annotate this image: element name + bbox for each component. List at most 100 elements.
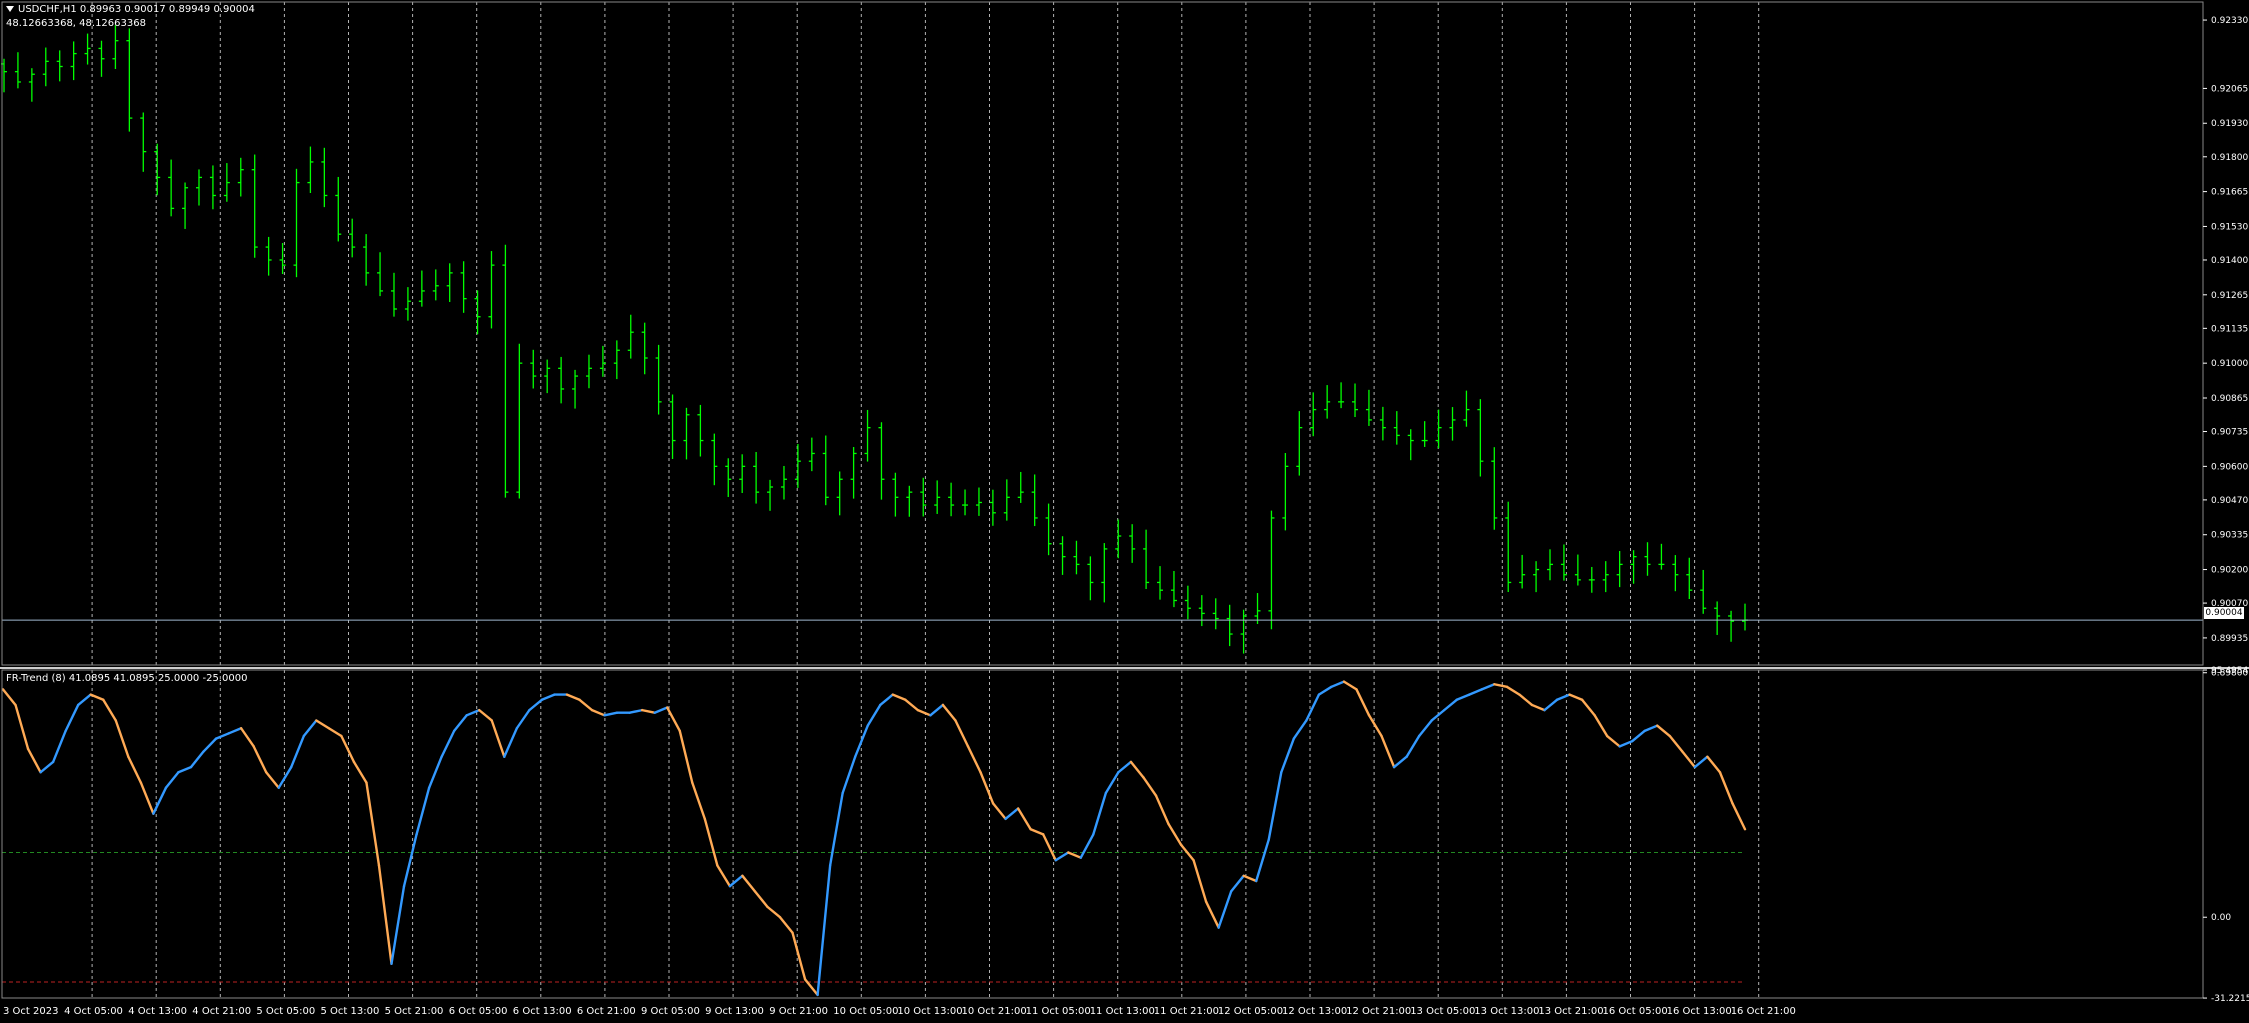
ohlc-bar[interactable]	[56, 50, 63, 82]
ohlc-bar[interactable]	[446, 263, 453, 302]
ohlc-bar[interactable]	[878, 422, 885, 500]
ohlc-bar[interactable]	[739, 454, 746, 493]
ohlc-bar[interactable]	[1184, 585, 1191, 620]
ohlc-bar[interactable]	[585, 354, 592, 389]
ohlc-bar[interactable]	[1491, 447, 1498, 530]
ohlc-bar[interactable]	[892, 472, 899, 517]
ohlc-bar[interactable]	[516, 343, 523, 499]
ohlc-bar[interactable]	[864, 409, 871, 462]
ohlc-bar[interactable]	[209, 165, 216, 210]
ohlc-bar[interactable]	[711, 433, 718, 486]
ohlc-bar[interactable]	[975, 487, 982, 516]
ohlc-bar[interactable]	[1630, 550, 1637, 584]
ohlc-bar[interactable]	[349, 218, 356, 258]
ohlc-bar[interactable]	[850, 447, 857, 499]
ohlc-bar[interactable]	[1310, 392, 1317, 437]
ohlc-bar[interactable]	[1073, 540, 1080, 575]
ohlc-bar[interactable]	[1533, 561, 1540, 593]
ohlc-bar[interactable]	[1338, 382, 1345, 409]
ohlc-bar[interactable]	[613, 340, 620, 380]
ohlc-bar[interactable]	[70, 41, 77, 81]
ohlc-bar[interactable]	[1045, 503, 1052, 556]
ohlc-bar[interactable]	[502, 244, 509, 498]
ohlc-bar[interactable]	[1616, 550, 1623, 588]
ohlc-bar[interactable]	[934, 480, 941, 514]
ohlc-bar[interactable]	[1212, 598, 1219, 630]
ohlc-bar[interactable]	[1602, 561, 1609, 593]
ohlc-bar[interactable]	[780, 465, 787, 500]
ohlc-bar[interactable]	[948, 482, 955, 517]
ohlc-bar[interactable]	[321, 147, 328, 208]
ohlc-bar[interactable]	[195, 169, 202, 206]
ohlc-bar[interactable]	[1672, 555, 1679, 592]
ohlc-bar[interactable]	[377, 252, 384, 297]
ohlc-bar[interactable]	[1742, 603, 1748, 631]
ohlc-bar[interactable]	[42, 47, 49, 87]
ohlc-bar[interactable]	[1686, 557, 1693, 600]
ohlc-bar[interactable]	[293, 168, 300, 278]
ohlc-bar[interactable]	[822, 435, 829, 506]
ohlc-bar[interactable]	[1547, 549, 1554, 581]
ohlc-bar[interactable]	[154, 143, 161, 196]
ohlc-bar[interactable]	[182, 182, 189, 229]
ohlc-bar[interactable]	[1143, 529, 1150, 589]
ohlc-bar[interactable]	[1449, 407, 1456, 441]
ohlc-bar[interactable]	[335, 176, 342, 242]
ohlc-bar[interactable]	[390, 272, 397, 317]
ohlc-bar[interactable]	[363, 234, 370, 286]
ohlc-bar[interactable]	[1017, 471, 1024, 503]
ohlc-bar[interactable]	[418, 270, 425, 307]
ohlc-bar[interactable]	[1129, 524, 1136, 563]
ohlc-bar[interactable]	[1059, 536, 1066, 575]
ohlc-bar[interactable]	[794, 444, 801, 488]
ohlc-bar[interactable]	[474, 290, 481, 335]
ohlc-bar[interactable]	[683, 407, 690, 460]
ohlc-bar[interactable]	[168, 159, 175, 217]
ohlc-bar[interactable]	[1644, 542, 1651, 576]
ohlc-bar[interactable]	[808, 437, 815, 472]
ohlc-bar[interactable]	[140, 112, 147, 172]
ohlc-bar[interactable]	[1463, 390, 1470, 427]
ohlc-bar[interactable]	[1435, 409, 1442, 449]
ohlc-bar[interactable]	[112, 25, 119, 70]
ohlc-bar[interactable]	[627, 314, 634, 359]
ohlc-bar[interactable]	[1157, 566, 1164, 600]
ohlc-bar[interactable]	[84, 33, 91, 65]
ohlc-bar[interactable]	[265, 236, 272, 276]
ohlc-bar[interactable]	[1115, 519, 1122, 559]
ohlc-bar[interactable]	[1282, 452, 1289, 531]
ohlc-bar[interactable]	[697, 404, 704, 457]
ohlc-bar[interactable]	[1198, 595, 1205, 627]
ohlc-bar[interactable]	[544, 359, 551, 394]
ohlc-bar[interactable]	[906, 485, 913, 517]
ohlc-bar[interactable]	[836, 471, 843, 516]
ohlc-bar[interactable]	[237, 157, 244, 197]
ohlc-bar[interactable]	[1477, 399, 1484, 477]
ohlc-bar[interactable]	[1296, 411, 1303, 476]
ohlc-bar[interactable]	[1728, 610, 1735, 642]
ohlc-bar[interactable]	[14, 52, 21, 89]
ohlc-bar[interactable]	[1588, 566, 1595, 593]
ohlc-bar[interactable]	[1268, 510, 1275, 630]
ohlc-bar[interactable]	[1031, 474, 1038, 527]
ohlc-bar[interactable]	[1574, 554, 1581, 586]
ohlc-bar[interactable]	[1226, 604, 1233, 647]
ohlc-bar[interactable]	[279, 243, 286, 275]
price-pane[interactable]	[1, 2, 2203, 665]
ohlc-bar[interactable]	[126, 28, 133, 132]
ohlc-bar[interactable]	[307, 146, 314, 193]
ohlc-bar[interactable]	[1658, 543, 1665, 570]
ohlc-bar[interactable]	[1003, 479, 1010, 521]
collapse-triangle-icon[interactable]	[6, 6, 14, 12]
ohlc-bar[interactable]	[1352, 383, 1359, 418]
ohlc-bar[interactable]	[989, 489, 996, 526]
ohlc-bar[interactable]	[1087, 556, 1094, 601]
ohlc-bar[interactable]	[1170, 571, 1177, 608]
ohlc-bar[interactable]	[1700, 569, 1707, 614]
ohlc-bar[interactable]	[558, 356, 565, 404]
ohlc-bar[interactable]	[1505, 501, 1512, 592]
ohlc-bar[interactable]	[1324, 385, 1331, 419]
ohlc-bar[interactable]	[1519, 554, 1526, 589]
ohlc-bar[interactable]	[530, 349, 537, 389]
ohlc-bar[interactable]	[753, 451, 760, 504]
